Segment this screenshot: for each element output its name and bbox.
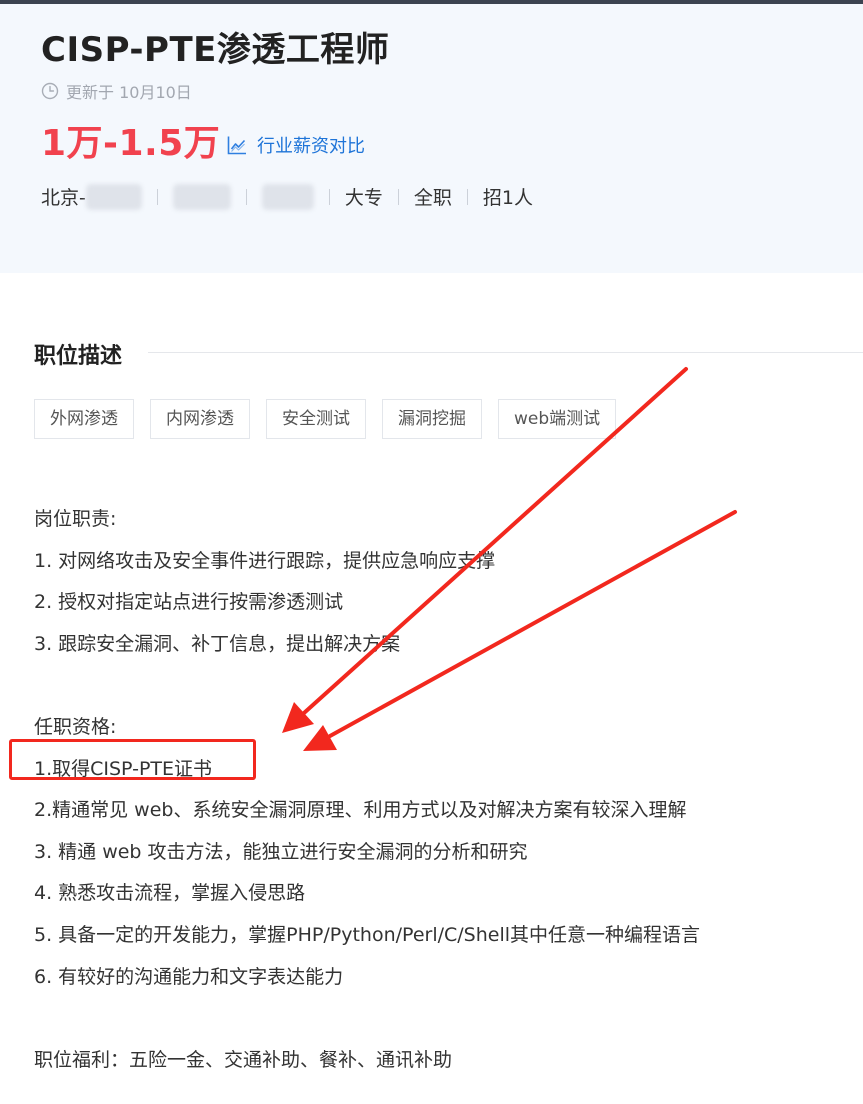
desc-line: 3. 跟踪安全漏洞、补丁信息，提出解决方案 (34, 632, 401, 655)
desc-heading: 岗位职责: (34, 508, 117, 530)
meta-divider (328, 188, 330, 205)
desc-line: 3. 精通 web 攻击方法，能独立进行安全漏洞的分析和研究 (34, 840, 528, 863)
skill-tag[interactable]: 内网渗透 (150, 399, 250, 439)
desc-blank (34, 665, 854, 707)
skill-tag[interactable]: 安全测试 (266, 399, 366, 439)
desc-line: 2.精通常见 web、系统安全漏洞原理、利用方式以及对解决方案有较深入理解 (34, 799, 687, 822)
meta-job-type: 全职 (413, 187, 452, 209)
desc-benefits: 职位福利：五险一金、交通补助、餐补、通讯补助 (34, 1048, 453, 1071)
desc-line: 1. 对网络攻击及安全事件进行跟踪，提供应急响应支撑 (34, 549, 496, 572)
salary-compare-label: 行业薪资对比 (257, 136, 365, 157)
blurred-info (261, 183, 314, 210)
meta-education: 大专 (344, 187, 383, 209)
highlight-box (9, 739, 256, 780)
update-time: 更新于 10月10日 (41, 79, 192, 103)
clock-icon (41, 82, 59, 100)
skill-tag[interactable]: 外网渗透 (34, 399, 134, 439)
desc-line: 5. 具备一定的开发能力，掌握PHP/Python/Perl/C/Shell其中… (34, 923, 701, 946)
skill-tag[interactable]: web端测试 (498, 399, 617, 439)
meta-headcount: 招1人 (482, 187, 533, 209)
trend-chart-icon (227, 136, 246, 155)
job-header: CISP-PTE渗透工程师 更新于 10月10日 1万-1.5万 行业薪资对比 … (0, 4, 863, 273)
desc-line: 4. 熟悉攻击流程，掌握入侵思路 (34, 882, 306, 905)
desc-line: 6. 有较好的沟通能力和文字表达能力 (34, 965, 344, 988)
meta-divider (397, 188, 399, 205)
job-meta: 北京- 大专 全职 招1人 (41, 183, 533, 210)
meta-divider (245, 188, 247, 205)
blurred-experience (172, 183, 231, 210)
desc-line: 2. 授权对指定站点进行按需渗透测试 (34, 591, 344, 614)
job-title: CISP-PTE渗透工程师 (41, 30, 390, 70)
blurred-location-detail (85, 183, 142, 210)
salary: 1万-1.5万 (41, 123, 221, 164)
job-description: 岗位职责: 1. 对网络攻击及安全事件进行跟踪，提供应急响应支撑 2. 授权对指… (34, 499, 854, 1081)
meta-divider (466, 188, 468, 205)
section-title: 职位描述 (34, 344, 123, 369)
desc-blank (34, 998, 854, 1040)
skill-tag[interactable]: 漏洞挖掘 (382, 399, 482, 439)
meta-location: 北京- (41, 187, 86, 209)
update-time-text: 更新于 10月10日 (66, 83, 192, 102)
meta-divider (156, 188, 158, 205)
salary-compare-link[interactable]: 行业薪资对比 (226, 132, 365, 158)
section-divider (148, 352, 863, 353)
skill-tags: 外网渗透 内网渗透 安全测试 漏洞挖掘 web端测试 (34, 399, 617, 439)
